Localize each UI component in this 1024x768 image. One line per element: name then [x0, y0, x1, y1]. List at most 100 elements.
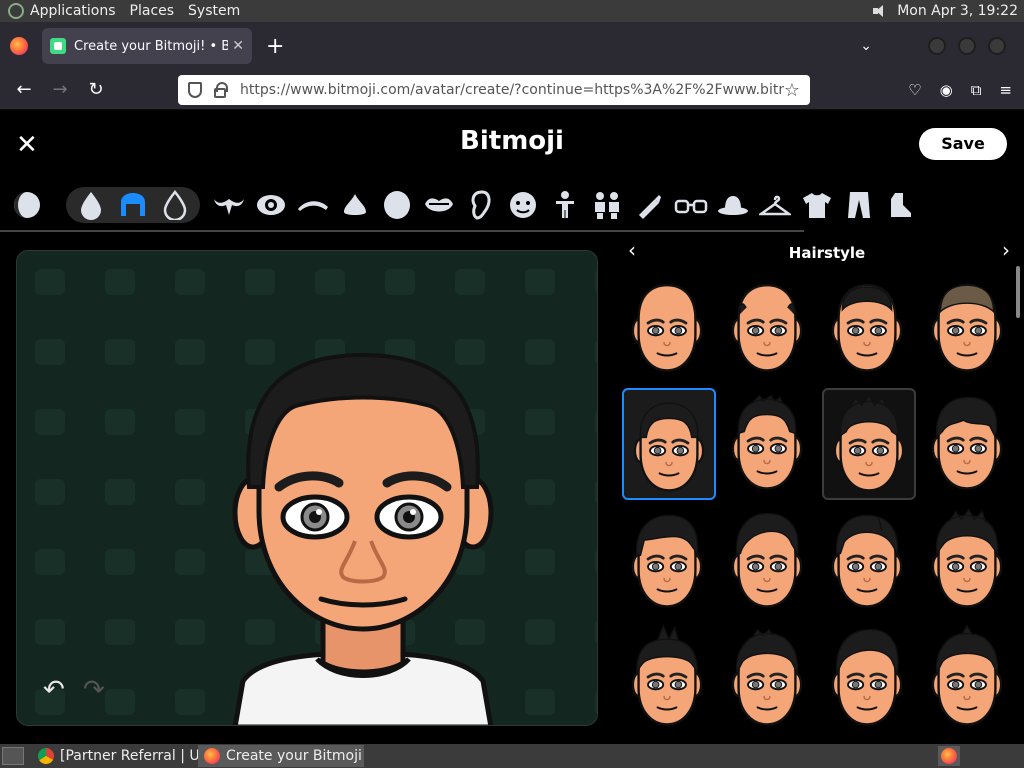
- window-controls: [928, 37, 1006, 55]
- undo-icon[interactable]: ↶: [43, 675, 65, 705]
- makeup-icon[interactable]: [628, 187, 670, 223]
- outfit-preset-icon[interactable]: [586, 187, 628, 223]
- avatar-illustration: [17, 251, 597, 725]
- tab-close-icon[interactable]: ✕: [232, 38, 244, 54]
- taskbar-item-bitmoji[interactable]: Create your Bitmoji! ...: [198, 745, 364, 767]
- mouth-icon[interactable]: [418, 187, 460, 223]
- hairstyle-thumbnail: [931, 508, 1003, 608]
- facial-hair-icon[interactable]: [208, 187, 250, 223]
- tops-icon[interactable]: [796, 187, 838, 223]
- hairstyle-thumbnail: [731, 512, 803, 608]
- hairstyle-option-textured-crop[interactable]: [722, 624, 816, 736]
- hairstyle-thumbnail: [831, 514, 903, 608]
- face-shape-icon[interactable]: [376, 187, 418, 223]
- hairstyle-option-pompadour[interactable]: [822, 624, 916, 736]
- hairstyle-option-messy-fringe[interactable]: [922, 388, 1016, 500]
- category-bar: [0, 180, 1024, 230]
- close-window-button[interactable]: [988, 37, 1006, 55]
- face-details-icon[interactable]: [502, 187, 544, 223]
- hairstyle-thumbnail: [633, 402, 705, 492]
- body-icon[interactable]: [544, 187, 586, 223]
- hairstyle-option-buzz-brown[interactable]: [922, 270, 1016, 382]
- ears-icon[interactable]: [460, 187, 502, 223]
- hairstyle-thumbnail: [731, 628, 803, 726]
- hairstyle-option-short-crop[interactable]: [622, 388, 716, 500]
- redo-icon[interactable]: ↷: [83, 675, 105, 705]
- panel-title: Hairstyle: [788, 244, 866, 262]
- next-category-button[interactable]: ›: [1002, 238, 1010, 262]
- new-tab-button[interactable]: +: [266, 34, 284, 59]
- hairstyle-thumbnail: [931, 283, 1003, 372]
- tracking-protection-icon[interactable]: [188, 82, 202, 98]
- hairstyle-panel: ‹ Hairstyle ›: [610, 230, 1024, 744]
- bookmark-star-icon[interactable]: ☆: [784, 80, 800, 101]
- url-bar[interactable]: https://www.bitmoji.com/avatar/create/?c…: [178, 75, 810, 105]
- taskbar-item-partner-referral[interactable]: [Partner Referral | U...: [32, 745, 198, 767]
- hairstyle-thumbnail: [931, 396, 1003, 490]
- back-button[interactable]: ←: [6, 79, 42, 100]
- hairstyle-option-balding-sides[interactable]: [722, 270, 816, 382]
- bottoms-icon[interactable]: [838, 187, 880, 223]
- headwear-icon[interactable]: [712, 187, 754, 223]
- minimize-button[interactable]: [928, 37, 946, 55]
- eyes-icon[interactable]: [250, 187, 292, 223]
- tab-bitmoji[interactable]: Create your Bitmoji! • Bitmoji ✕: [42, 28, 252, 64]
- extensions-icon[interactable]: ⧉: [971, 81, 982, 99]
- hairstyle-thumbnail: [631, 283, 703, 372]
- hairstyle-thumbnail: [831, 283, 903, 372]
- save-button[interactable]: Save: [919, 128, 1007, 160]
- outfits-hanger-icon[interactable]: [754, 187, 796, 223]
- firefox-icon: [204, 748, 220, 764]
- hairstyle-option-spiky-top[interactable]: [922, 506, 1016, 618]
- hair-category-group: [66, 187, 200, 223]
- hair-treatment-icon[interactable]: [154, 187, 196, 223]
- hair-color-icon[interactable]: [70, 187, 112, 223]
- hairstyle-option-bald[interactable]: [622, 270, 716, 382]
- list-all-tabs-icon[interactable]: ⌄: [860, 38, 872, 54]
- panel-scrollbar[interactable]: [1016, 266, 1020, 318]
- firefox-view-icon[interactable]: [10, 37, 28, 55]
- pocket-icon[interactable]: ♡: [908, 81, 921, 99]
- hairstyle-option-side-part[interactable]: [822, 506, 916, 618]
- hairstyle-thumbnail: [931, 624, 1003, 726]
- menu-system[interactable]: System: [188, 3, 240, 19]
- hairstyle-thumbnail: [731, 283, 803, 372]
- menu-places[interactable]: Places: [130, 3, 175, 19]
- hairstyle-icon[interactable]: [112, 187, 154, 223]
- forward-button[interactable]: →: [42, 79, 78, 100]
- glasses-icon[interactable]: [670, 187, 712, 223]
- browser-tab-bar: Create your Bitmoji! • Bitmoji ✕ + ⌄: [0, 22, 1024, 70]
- reload-button[interactable]: ↻: [78, 79, 114, 100]
- bitmoji-favicon-icon: [50, 38, 66, 54]
- maximize-button[interactable]: [958, 37, 976, 55]
- hairstyle-option-mohawk-spikes[interactable]: [622, 623, 716, 736]
- gnome-logo-icon[interactable]: [8, 3, 24, 19]
- nose-icon[interactable]: [334, 187, 376, 223]
- lock-icon[interactable]: [214, 82, 228, 98]
- hairstyle-thumbnail: [833, 394, 905, 492]
- hairstyle-option-quiff[interactable]: [722, 506, 816, 618]
- firefox-icon: [941, 748, 957, 764]
- url-text[interactable]: https://www.bitmoji.com/avatar/create/?c…: [240, 82, 784, 98]
- hairstyle-option-buzz-thin[interactable]: [822, 270, 916, 382]
- hairstyle-thumbnail: [631, 514, 703, 608]
- taskbar-item-label: [Partner Referral | U...: [60, 748, 198, 764]
- hairstyle-thumbnail: [631, 623, 703, 726]
- skin-tone-icon[interactable]: [6, 187, 48, 223]
- hairstyle-option-short-spiky[interactable]: [822, 388, 916, 500]
- footwear-icon[interactable]: [880, 187, 922, 223]
- account-icon[interactable]: ◉: [940, 81, 953, 99]
- system-clock[interactable]: Mon Apr 3, 19:22: [897, 3, 1018, 19]
- hairstyle-option-faux-hawk[interactable]: [922, 624, 1016, 736]
- eyebrows-icon[interactable]: [292, 187, 334, 223]
- volume-icon[interactable]: [871, 4, 889, 18]
- workspace-switcher[interactable]: [938, 746, 960, 766]
- chrome-icon: [38, 748, 54, 764]
- app-menu-icon[interactable]: ≡: [999, 81, 1012, 99]
- hairstyle-option-side-swept[interactable]: [622, 506, 716, 618]
- system-top-panel: Applications Places System Mon Apr 3, 19…: [0, 0, 1024, 22]
- hairstyle-option-short-textured[interactable]: [722, 388, 816, 500]
- menu-applications[interactable]: Applications: [30, 3, 116, 19]
- show-desktop-icon[interactable]: [2, 747, 24, 765]
- system-taskbar: [Partner Referral | U... Create your Bit…: [0, 744, 1024, 768]
